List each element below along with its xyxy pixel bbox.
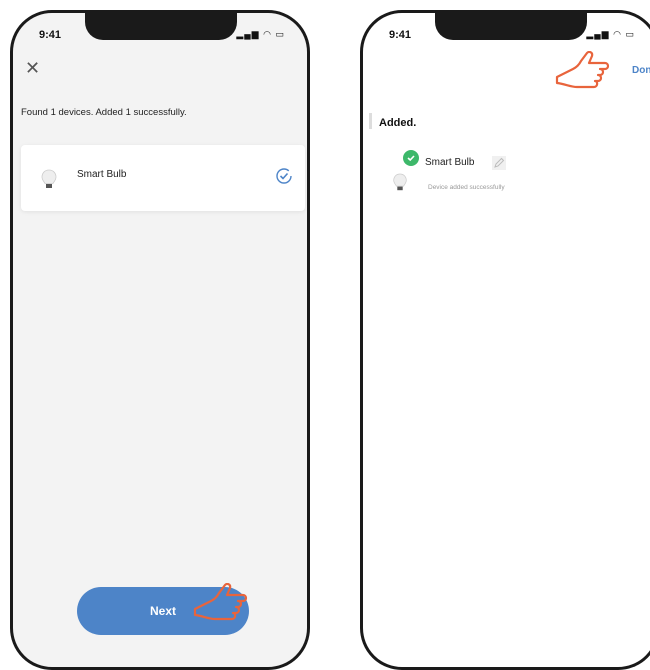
- phone-notch: [435, 13, 587, 40]
- device-card[interactable]: Smart Bulb: [21, 145, 305, 211]
- edit-icon[interactable]: [491, 155, 507, 171]
- added-device-name: Smart Bulb: [425, 157, 475, 168]
- phone-notch: [85, 13, 237, 40]
- close-icon[interactable]: ✕: [25, 59, 40, 77]
- device-name: Smart Bulb: [77, 169, 127, 180]
- battery-icon: ▭: [625, 29, 635, 39]
- wifi-icon: ◠: [263, 29, 272, 39]
- bulb-icon: [393, 173, 407, 191]
- signal-icon: ▂▄▆: [586, 29, 610, 39]
- bulb-icon: [41, 169, 57, 188]
- status-time: 9:41: [389, 29, 412, 41]
- success-check-icon: [403, 150, 419, 166]
- done-button[interactable]: Done: [632, 65, 650, 76]
- hand-pointer-icon: [193, 583, 248, 621]
- added-section-title: Added.: [379, 117, 417, 129]
- signal-icon: ▂▄▆: [236, 29, 260, 39]
- status-time: 9:41: [39, 29, 62, 41]
- wifi-icon: ◠: [613, 29, 622, 39]
- status-icons: ▂▄▆ ◠ ▭: [236, 29, 285, 40]
- status-icons: ▂▄▆ ◠ ▭: [586, 29, 635, 40]
- battery-icon: ▭: [275, 29, 285, 39]
- phone-left-screen: 9:41 ▂▄▆ ◠ ▭ ✕ Found 1 devices. Added 1 …: [10, 10, 310, 670]
- section-marker: [369, 113, 372, 129]
- hand-pointer-icon: [555, 51, 610, 89]
- added-device-status: Device added successfully: [428, 184, 505, 191]
- check-circle-icon: [276, 168, 292, 184]
- found-devices-message: Found 1 devices. Added 1 successfully.: [21, 107, 187, 118]
- phone-right-screen: 9:41 ▂▄▆ ◠ ▭ Done Added. Smart Bulb Devi…: [360, 10, 650, 670]
